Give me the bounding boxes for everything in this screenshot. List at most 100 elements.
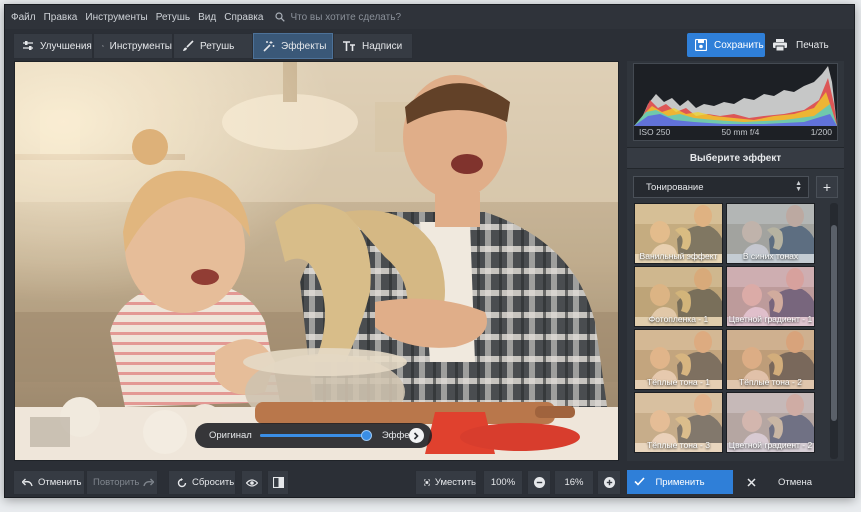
- text-icon: [343, 41, 355, 51]
- effect-thumbnail[interactable]: Фотопленка - 1: [634, 266, 723, 327]
- compare-view-button[interactable]: [267, 470, 289, 495]
- zoom-100-label: 100%: [490, 477, 516, 488]
- fit-button[interactable]: Уместить: [415, 470, 477, 495]
- zoom-value-label: 16%: [564, 477, 584, 488]
- lens-value: 50 mm f/4: [721, 127, 760, 137]
- effect-thumbnail-label: Цветной градиент - 1: [728, 314, 813, 324]
- effect-thumbnail[interactable]: Тёплые тона - 2: [726, 329, 815, 390]
- effect-thumbnail[interactable]: Цветной градиент - 2: [726, 392, 815, 453]
- eye-icon: [246, 478, 258, 487]
- photo-canvas[interactable]: [14, 61, 619, 461]
- save-label: Сохранить: [714, 39, 764, 51]
- menu-file[interactable]: Файл: [11, 12, 36, 23]
- menu-tools[interactable]: Инструменты: [85, 12, 147, 23]
- close-icon: [747, 477, 756, 487]
- effect-thumbnail[interactable]: Цветной градиент - 1: [726, 266, 815, 327]
- fit-screen-icon: [424, 479, 430, 486]
- tab-label: Ретушь: [200, 40, 235, 52]
- effect-thumbnail[interactable]: В синих тонах: [726, 203, 815, 264]
- effects-header: Выберите эффект: [627, 147, 844, 169]
- reset-button[interactable]: Сбросить: [168, 470, 236, 495]
- floppy-icon: [695, 39, 707, 51]
- brush-icon: [183, 40, 194, 51]
- redo-label: Повторить: [93, 477, 140, 488]
- compare-handle[interactable]: [361, 430, 373, 441]
- menu-search[interactable]: Что вы хотите сделать?: [275, 12, 401, 23]
- zoom-in-button[interactable]: [597, 470, 621, 495]
- reset-label: Сбросить: [192, 477, 235, 488]
- menu-edit[interactable]: Правка: [44, 12, 78, 23]
- save-button[interactable]: Сохранить: [687, 33, 765, 57]
- crop-icon: [102, 45, 104, 47]
- undo-button[interactable]: Отменить: [13, 470, 85, 495]
- tab-label: Эффекты: [281, 40, 327, 52]
- kitchen-photo: [15, 62, 618, 460]
- cancel-button[interactable]: Отмена: [739, 470, 844, 494]
- zoom-value[interactable]: 16%: [554, 470, 594, 495]
- split-view-icon: [273, 477, 284, 488]
- plus-icon: +: [822, 179, 832, 195]
- histogram: ISO 250 50 mm f/4 1/200: [633, 63, 838, 141]
- tab-label: Надписи: [362, 40, 403, 52]
- printer-icon: [773, 39, 787, 51]
- cancel-label: Отмена: [778, 476, 813, 488]
- compare-track[interactable]: [259, 430, 373, 441]
- apply-button[interactable]: Применить: [627, 470, 733, 494]
- effects-sidebar: ISO 250 50 mm f/4 1/200 Выберите эффект …: [627, 61, 844, 461]
- tab-enhance[interactable]: Улучшения: [13, 33, 93, 59]
- effect-thumbnail-label: Тёплые тона - 2: [739, 377, 802, 387]
- effects-scrollbar[interactable]: [830, 203, 838, 459]
- menu-help[interactable]: Справка: [224, 12, 263, 23]
- shutter-value: 1/200: [810, 127, 832, 137]
- plus-circle-icon: [603, 477, 615, 488]
- tab-captions[interactable]: Надписи: [333, 33, 413, 59]
- reset-icon: [177, 477, 187, 487]
- compare-fill: [259, 434, 367, 437]
- exif-info: ISO 250 50 mm f/4 1/200: [634, 127, 837, 137]
- add-effect-button[interactable]: +: [816, 176, 838, 198]
- zoom-out-button[interactable]: [527, 470, 551, 495]
- menu-view[interactable]: Вид: [198, 12, 216, 23]
- scrollbar-thumb[interactable]: [831, 225, 837, 421]
- check-icon: [634, 477, 645, 486]
- histogram-graph: [634, 66, 837, 126]
- tab-effects[interactable]: Эффекты: [253, 33, 333, 59]
- tab-label: Улучшения: [40, 40, 92, 52]
- minus-circle-icon: [533, 477, 545, 488]
- updown-arrows-icon: ▲ ▼: [795, 180, 802, 193]
- search-placeholder: Что вы хотите сделать?: [290, 11, 401, 23]
- fit-label: Уместить: [434, 477, 476, 488]
- undo-icon: [22, 478, 33, 487]
- effect-thumbnail-label: Тёплые тона - 1: [647, 377, 710, 387]
- zoom-100-button[interactable]: 100%: [483, 470, 523, 495]
- effect-thumbnail-label: Ванильный эффект: [639, 251, 718, 261]
- iso-value: ISO 250: [639, 127, 671, 137]
- original-label: Оригинал: [209, 430, 252, 441]
- category-dropdown[interactable]: Тонирование ▲ ▼: [633, 176, 809, 198]
- effect-thumbnail-label: Фотопленка - 1: [648, 314, 709, 324]
- redo-icon: [143, 478, 155, 487]
- effect-thumbnail[interactable]: Тёплые тона - 3: [634, 392, 723, 453]
- menu-bar: Файл Правка Инструменты Ретушь Вид Справ…: [5, 5, 854, 29]
- effect-thumbnail[interactable]: Ванильный эффект: [634, 203, 723, 264]
- undo-label: Отменить: [38, 477, 82, 488]
- redo-button[interactable]: Повторить: [86, 470, 158, 495]
- effects-grid: Ванильный эффект В синих тонах Фотопленка …: [634, 203, 817, 459]
- compare-slider[interactable]: Оригинал Эффект: [195, 423, 432, 448]
- category-value: Тонирование: [646, 181, 704, 193]
- chevron-right-icon[interactable]: [409, 428, 424, 443]
- tab-tools[interactable]: Инструменты: [93, 33, 173, 59]
- app-window: Файл Правка Инструменты Ретушь Вид Справ…: [4, 4, 855, 498]
- search-icon: [275, 12, 286, 22]
- effect-thumbnail-label: Цветной градиент - 2: [728, 440, 813, 450]
- magic-wand-icon: [263, 41, 275, 52]
- print-button[interactable]: Печать: [767, 33, 845, 57]
- sliders-icon: [23, 41, 33, 50]
- preview-button[interactable]: [241, 470, 263, 495]
- effect-thumbnail-label: Тёплые тона - 3: [647, 440, 710, 450]
- effect-thumbnail-label: В синих тонах: [742, 251, 799, 261]
- print-label: Печать: [796, 39, 829, 51]
- tab-retouch[interactable]: Ретушь: [173, 33, 253, 59]
- menu-retouch[interactable]: Ретушь: [156, 12, 190, 23]
- effect-thumbnail[interactable]: Тёплые тона - 1: [634, 329, 723, 390]
